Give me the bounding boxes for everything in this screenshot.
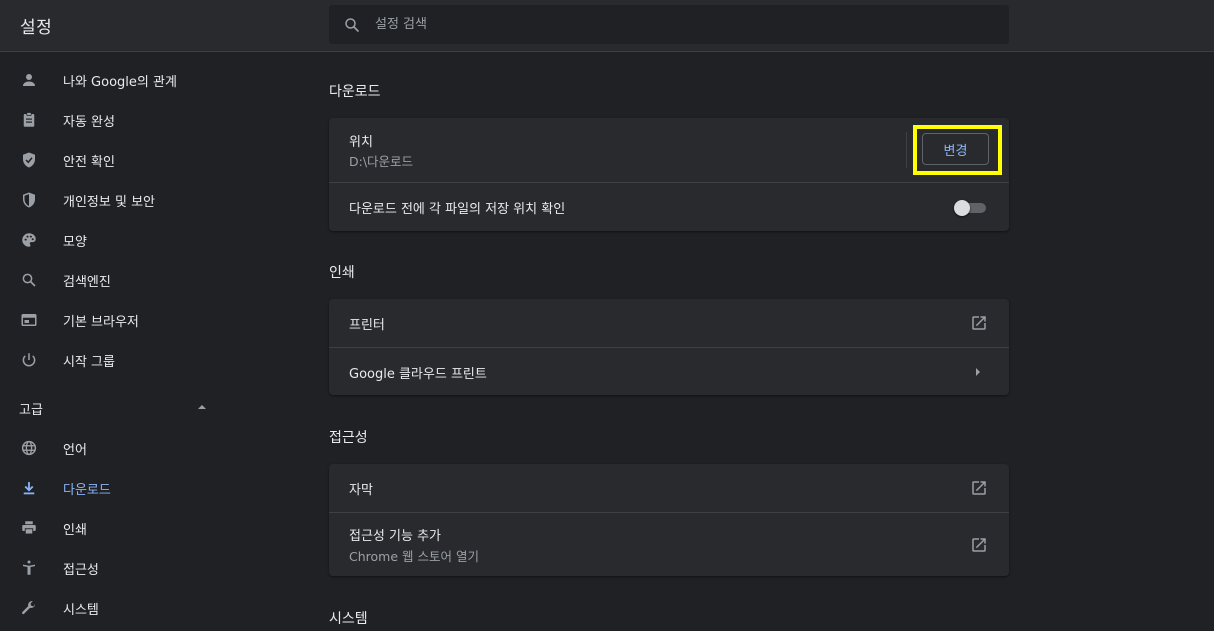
sidebar-item-label: 인쇄 xyxy=(63,523,87,538)
globe-icon xyxy=(19,438,39,458)
open-in-new-icon[interactable] xyxy=(970,536,988,554)
power-icon xyxy=(19,350,39,370)
sidebar-item-printing[interactable]: 인쇄 xyxy=(0,508,280,548)
section-title-downloads: 다운로드 xyxy=(329,84,381,100)
sidebar-item-label: 개인정보 및 보안 xyxy=(63,195,155,210)
ask-where-to-save-label: 다운로드 전에 각 파일의 저장 위치 확인 xyxy=(349,202,566,217)
cloud-print-row[interactable]: Google 클라우드 프린트 xyxy=(329,347,1009,395)
downloads-card: 위치 D:\다운로드 변경 다운로드 전에 각 파일의 저장 위치 확인 xyxy=(329,118,1009,231)
sidebar-item-search-engine[interactable]: 검색엔진 xyxy=(0,260,280,300)
sidebar-item-label: 다운로드 xyxy=(63,483,111,498)
chevron-right-icon xyxy=(976,368,980,376)
toggle-knob xyxy=(954,200,970,216)
sidebar-item-label: 기본 브라우저 xyxy=(63,315,139,330)
printers-row[interactable]: 프린터 xyxy=(329,299,1009,347)
person-icon xyxy=(19,70,39,90)
download-icon xyxy=(19,478,39,498)
sidebar-item-label: 모양 xyxy=(63,235,87,250)
location-value: D:\다운로드 xyxy=(349,154,414,169)
sidebar-item-label: 접근성 xyxy=(63,563,99,578)
search-box[interactable] xyxy=(329,5,1009,44)
ask-where-to-save-row[interactable]: 다운로드 전에 각 파일의 저장 위치 확인 xyxy=(329,182,1009,231)
add-features-sub: Chrome 웹 스토어 열기 xyxy=(349,549,479,564)
sidebar-item-on-startup[interactable]: 시작 그룹 xyxy=(0,340,280,380)
printing-card: 프린터 Google 클라우드 프린트 xyxy=(329,299,1009,395)
accessibility-card: 자막 접근성 기능 추가 Chrome 웹 스토어 열기 xyxy=(329,464,1009,576)
sidebar-item-label: 안전 확인 xyxy=(63,155,115,170)
advanced-toggle[interactable]: 고급 xyxy=(0,387,230,427)
add-features-label: 접근성 기능 추가 xyxy=(349,529,441,544)
clipboard-icon xyxy=(19,110,39,130)
wrench-icon xyxy=(19,598,39,618)
open-in-new-icon[interactable] xyxy=(970,479,988,497)
browser-window-icon xyxy=(19,310,39,330)
sidebar-item-safety-check[interactable]: 안전 확인 xyxy=(0,140,280,180)
accessibility-icon xyxy=(19,558,39,578)
sidebar-item-privacy-security[interactable]: 개인정보 및 보안 xyxy=(0,180,280,220)
sidebar-item-autofill[interactable]: 자동 완성 xyxy=(0,100,280,140)
app-title: 설정 xyxy=(20,18,53,38)
sidebar-item-label: 자동 완성 xyxy=(63,115,115,130)
shield-check-icon xyxy=(19,150,39,170)
sidebar: 나와 Google의 관계 자동 완성 안전 확인 개인정보 및 보안 모양 검… xyxy=(0,53,280,631)
sidebar-item-label: 시작 그룹 xyxy=(63,355,115,370)
search-icon xyxy=(345,18,359,32)
section-title-printing: 인쇄 xyxy=(329,265,355,281)
add-accessibility-features-row[interactable]: 접근성 기능 추가 Chrome 웹 스토어 열기 xyxy=(329,512,1009,576)
sidebar-item-default-browser[interactable]: 기본 브라우저 xyxy=(0,300,280,340)
printer-icon xyxy=(19,518,39,538)
palette-icon xyxy=(19,230,39,250)
sidebar-item-label: 나와 Google의 관계 xyxy=(63,75,177,90)
sidebar-item-system[interactable]: 시스템 xyxy=(0,588,280,628)
search-input[interactable] xyxy=(375,13,975,35)
sidebar-item-accessibility[interactable]: 접근성 xyxy=(0,548,280,588)
captions-label: 자막 xyxy=(349,483,373,498)
advanced-label: 고급 xyxy=(19,403,43,418)
ask-where-to-save-toggle[interactable] xyxy=(954,200,986,216)
sidebar-item-languages[interactable]: 언어 xyxy=(0,428,280,468)
sidebar-item-appearance[interactable]: 모양 xyxy=(0,220,280,260)
sidebar-item-label: 시스템 xyxy=(63,603,99,618)
printers-label: 프린터 xyxy=(349,318,385,333)
top-bar: 설정 xyxy=(0,0,1214,52)
section-title-system: 시스템 xyxy=(329,611,368,627)
sidebar-item-you-and-google[interactable]: 나와 Google의 관계 xyxy=(0,60,280,100)
cloud-print-label: Google 클라우드 프린트 xyxy=(349,367,487,382)
chevron-up-icon xyxy=(198,405,206,409)
download-location-row: 위치 D:\다운로드 변경 xyxy=(329,118,1009,182)
section-title-accessibility: 접근성 xyxy=(329,430,368,446)
open-in-new-icon[interactable] xyxy=(970,314,988,332)
change-location-button[interactable]: 변경 xyxy=(922,133,989,165)
shield-icon xyxy=(19,190,39,210)
sidebar-item-label: 언어 xyxy=(63,443,87,458)
search-icon xyxy=(19,270,39,290)
sidebar-item-downloads[interactable]: 다운로드 xyxy=(0,468,280,508)
divider xyxy=(906,132,907,168)
location-label: 위치 xyxy=(349,135,373,150)
sidebar-item-label: 검색엔진 xyxy=(63,275,111,290)
captions-row[interactable]: 자막 xyxy=(329,464,1009,512)
